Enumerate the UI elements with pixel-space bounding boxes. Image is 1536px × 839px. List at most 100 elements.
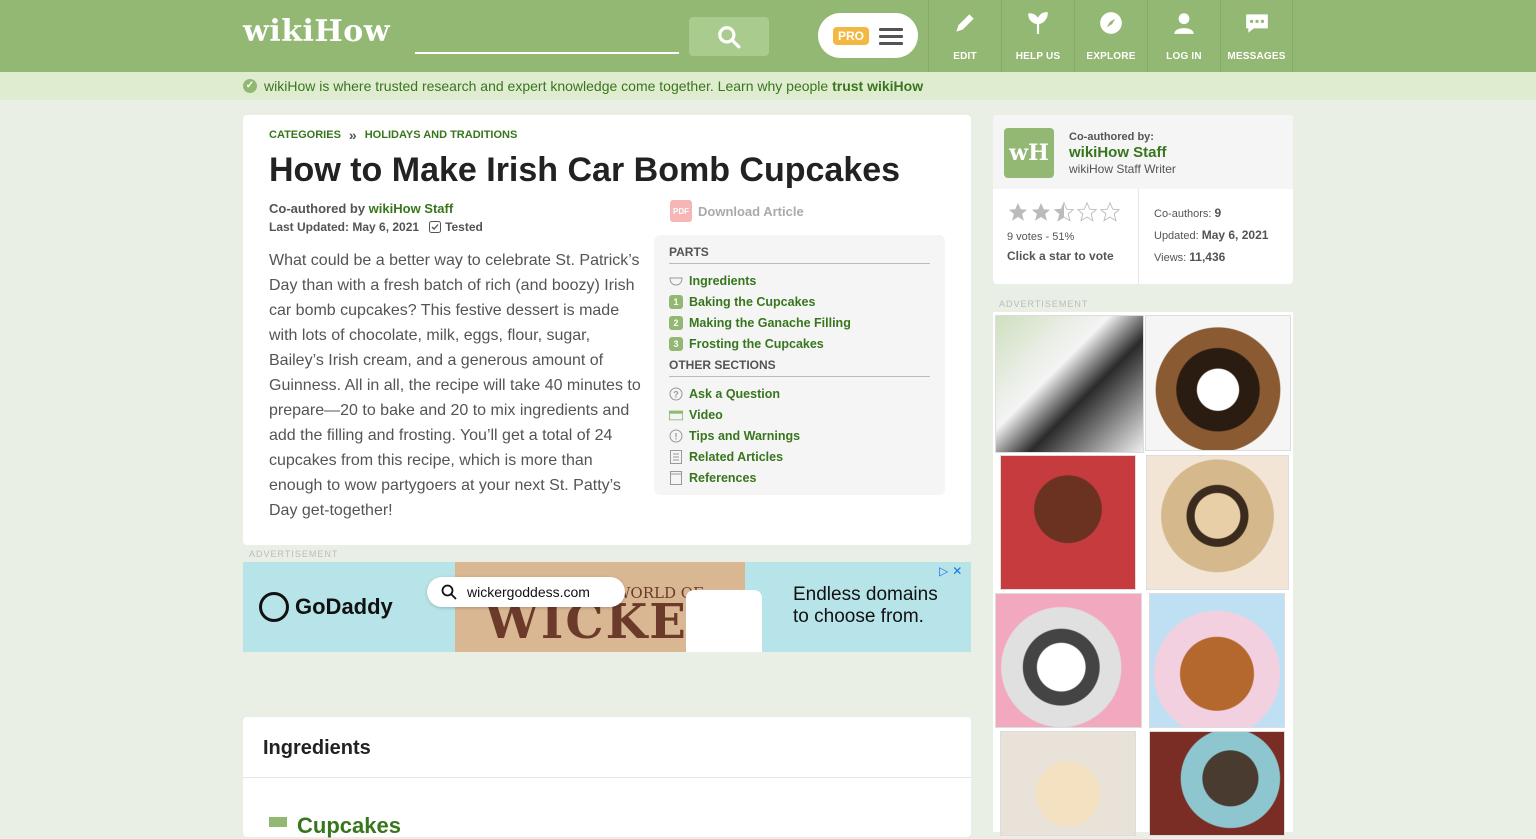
toc-item-related-articles[interactable]: Related Articles [669,446,930,467]
breadcrumb-separator: » [348,127,357,143]
ad-choices[interactable]: ▷ ✕ [939,564,962,578]
nav-log-in[interactable]: LOG IN [1147,0,1220,72]
pencil-icon [956,14,974,32]
question-icon: ? [669,387,683,401]
article-meta: Last Updated: May 6, 2021 Tested [269,220,483,234]
pro-badge: PRO [833,26,870,45]
bowl-icon [669,274,683,288]
ad-tagline: Endless domains to choose from. [793,584,938,628]
article-intro-card: CATEGORIES » HOLIDAYS AND TRADITIONS How… [243,115,971,545]
toc-item-label: Ask a Question [689,386,780,401]
tested-label: Tested [445,220,483,234]
ad-domain-search[interactable]: wickergoddess.com [427,577,625,607]
toc-item-video[interactable]: Video [669,404,930,425]
site-header: wikiHow PRO EDIT HELP US EXPLORE LOG IN … [0,0,1536,72]
stat-value: 11,436 [1189,250,1226,264]
star-half-icon[interactable] [1053,201,1075,223]
search-icon [718,25,741,48]
toc-item-label: Ingredients [689,273,757,288]
stat-views: Views: 11,436 [1154,247,1268,269]
search-button[interactable] [689,17,769,56]
star-icon[interactable] [1030,201,1052,223]
godaddy-ad-banner[interactable]: GoDaddy WORLD OF WICKER wickergoddess.co… [243,562,971,652]
nav-help-us-label: HELP US [1015,51,1061,62]
tested-badge[interactable]: Tested [429,220,483,234]
puppy-photo[interactable] [1000,455,1136,590]
author-card: wH Co-authored by: wikiHow Staff wikiHow… [993,115,1293,284]
toc-item-ingredients[interactable]: Ingredients [669,270,930,291]
godaddy-brand: GoDaddy [295,594,393,619]
toc-part-number: 1 [669,294,683,309]
page-title: How to Make Irish Car Bomb Cupcakes [269,151,901,189]
toc-item-label: Frosting the Cupcakes [689,336,824,351]
nav-explore-label: EXPLORE [1086,51,1136,62]
star-icon[interactable] [1007,201,1029,223]
author-header: wH Co-authored by: wikiHow Staff wikiHow… [993,115,1293,189]
puppy-photo[interactable] [1146,455,1289,590]
sidebar-ad-puppies[interactable]: ▷ ✕ [993,312,1293,836]
byline-prefix: Co-authored by [269,201,369,216]
coauthor-label: Co-authored by: [1069,131,1154,143]
toc-part-number: 2 [669,315,683,330]
advertisement-label: ADVERTISEMENT [249,549,339,559]
toc-part-number: 3 [669,336,683,351]
puppy-photo[interactable] [995,315,1144,453]
star-empty-icon[interactable] [1099,201,1121,223]
breadcrumb-holidays[interactable]: HOLIDAYS AND TRADITIONS [365,129,518,141]
hamburger-icon [879,27,904,45]
logo-how: How [314,14,391,49]
search-input[interactable] [415,18,679,54]
avatar[interactable]: wH [1004,128,1054,178]
user-icon [1174,13,1194,34]
toc-item-label: References [689,470,757,485]
search-icon [441,584,457,600]
article-stats: Co-authors: 9 Updated: May 6, 2021 Views… [1154,203,1268,269]
toc-item-ask-question[interactable]: ? Ask a Question [669,383,930,404]
download-article-button[interactable]: PDF Download Article [670,200,804,222]
puppy-photo[interactable] [1149,731,1285,836]
toc-item-tips-warnings[interactable]: ! Tips and Warnings [669,425,930,446]
svg-text:!: ! [675,431,678,441]
puppy-photo[interactable] [1000,731,1136,836]
puppy-photo[interactable] [1145,315,1291,451]
star-empty-icon[interactable] [1076,201,1098,223]
trust-message: wikiHow is where trusted research and ex… [264,78,923,94]
puppy-photo[interactable] [1149,593,1285,728]
header-nav: EDIT HELP US EXPLORE LOG IN MESSAGES [928,0,1293,72]
document-icon [669,449,683,464]
vote-count: 9 votes - 51% [1007,231,1075,243]
breadcrumb-categories[interactable]: CATEGORIES [269,129,341,141]
trust-bar: ✓ wikiHow is where trusted research and … [0,72,1536,100]
pro-menu-button[interactable]: PRO [818,13,918,58]
toc-item-part-1[interactable]: 1 Baking the Cupcakes [669,291,930,312]
sidebar-advertisement-label: ADVERTISEMENT [999,299,1089,309]
nav-explore[interactable]: EXPLORE [1074,0,1147,72]
byline-author-link[interactable]: wikiHow Staff [369,201,454,216]
stat-coauthors[interactable]: Co-authors: 9 [1154,203,1268,225]
warning-icon: ! [669,429,683,443]
ingredients-section: Ingredients Cupcakes [243,717,971,838]
adchoices-icon[interactable]: ▷ [939,564,948,578]
toc-item-references[interactable]: References [669,467,930,488]
svg-text:?: ? [673,389,679,399]
puppy-photo[interactable] [995,593,1142,728]
toc-item-label: Related Articles [689,449,784,464]
nav-edit[interactable]: EDIT [928,0,1001,72]
trust-link[interactable]: trust wikiHow [832,78,923,94]
toc-item-part-2[interactable]: 2 Making the Ganache Filling [669,312,930,333]
nav-messages[interactable]: MESSAGES [1220,0,1293,72]
godaddy-logo-icon [259,592,289,622]
star-rating [1007,201,1121,223]
byline: Co-authored by wikiHow Staff [269,201,453,216]
divider [1138,189,1139,284]
breadcrumb: CATEGORIES » HOLIDAYS AND TRADITIONS [269,127,517,143]
video-icon [669,408,683,422]
sprout-icon [1028,12,1048,34]
coauthor-name[interactable]: wikiHow Staff [1069,144,1167,161]
close-icon[interactable]: ✕ [952,564,962,578]
nav-messages-label: MESSAGES [1227,51,1286,62]
wikihow-logo[interactable]: wikiHow [243,14,390,49]
nav-help-us[interactable]: HELP US [1001,0,1074,72]
chat-bubble-icon [1245,14,1268,33]
toc-item-part-3[interactable]: 3 Frosting the Cupcakes [669,333,930,354]
